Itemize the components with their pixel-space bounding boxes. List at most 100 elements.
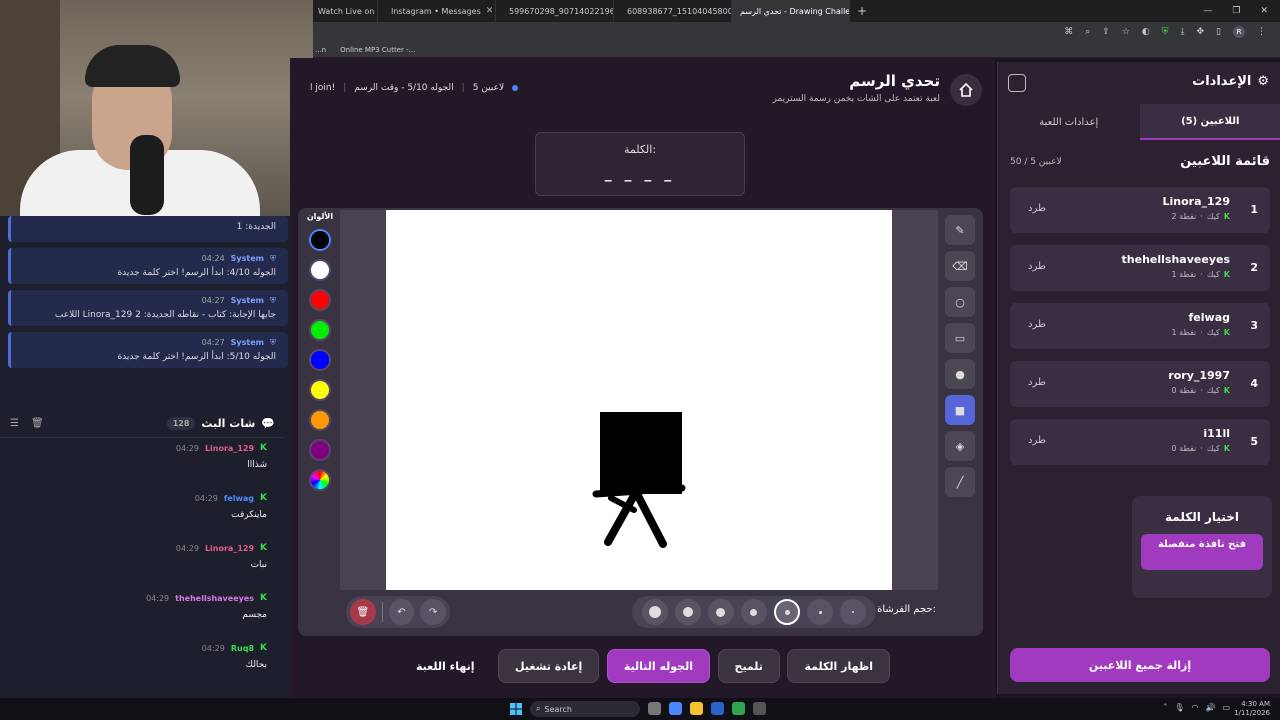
new-tab-icon[interactable]: + <box>850 4 874 18</box>
color-swatch-green[interactable] <box>309 319 331 341</box>
circle-fill-tool[interactable]: ● <box>945 359 975 389</box>
chevron-up-icon[interactable]: ˄ <box>1163 703 1167 712</box>
system-message: الجديدة: 1 <box>8 216 288 242</box>
color-swatch-black[interactable] <box>309 229 331 251</box>
task-view-icon[interactable] <box>648 702 661 715</box>
eraser-tool[interactable]: ⌫ <box>945 251 975 281</box>
fill-bucket-tool[interactable]: ◈ <box>945 431 975 461</box>
battery-icon[interactable]: ▭ <box>1222 703 1230 712</box>
trash-icon[interactable]: 🗑 <box>31 418 44 429</box>
kick-player-button[interactable]: طرد <box>1028 435 1046 446</box>
volume-icon[interactable]: 🔊 <box>1205 703 1215 712</box>
brush-size-option[interactable] <box>707 599 734 625</box>
custom-color-picker[interactable] <box>309 469 331 491</box>
download-icon[interactable]: ⤓ <box>1181 27 1185 37</box>
bookmark-item-mp3cutter[interactable]: Online MP3 Cutter -... <box>340 46 415 54</box>
chat-username[interactable]: thehellshaveeyes <box>175 594 254 603</box>
rect-fill-tool[interactable]: ■ <box>945 395 975 425</box>
brush-size-option[interactable] <box>807 599 834 625</box>
color-swatch-orange[interactable] <box>309 409 331 431</box>
taskbar-search[interactable]: ⌕ Search <box>530 701 640 717</box>
chat-username[interactable]: Linora_129 <box>205 444 254 453</box>
tab-label: 608938677_1510404580004683... <box>627 6 732 16</box>
hint-button[interactable]: تلميح <box>717 649 780 683</box>
color-swatch-purple[interactable] <box>309 439 331 461</box>
color-swatch-blue[interactable] <box>309 349 331 371</box>
copilot-icon[interactable] <box>669 702 682 715</box>
explorer-icon[interactable] <box>690 702 703 715</box>
player-platform: كيك <box>1206 270 1220 279</box>
redo-button[interactable]: ↷ <box>420 599 446 625</box>
browser-tab-instagram[interactable]: Instagram • Messages ✕ <box>378 0 496 22</box>
share-icon[interactable]: ⇪ <box>1102 27 1110 37</box>
remove-all-players-button[interactable]: إزالة جميع اللاعبين <box>1010 648 1270 682</box>
chat-menu-icon[interactable]: ☰ <box>10 418 19 429</box>
pencil-tool[interactable]: ✎ <box>945 215 975 245</box>
brush-size-option[interactable] <box>740 599 767 625</box>
browser-tab-kick[interactable]: Watch Live on Ki... ✕ <box>310 0 378 22</box>
profile-avatar[interactable]: R <box>1233 26 1245 38</box>
close-icon[interactable]: ✕ <box>486 6 494 16</box>
minimize-icon[interactable]: — <box>1203 6 1212 16</box>
brush-size-option[interactable] <box>674 599 701 625</box>
sidepanel-icon[interactable]: ▯ <box>1216 27 1221 37</box>
line-tool[interactable]: ╱ <box>945 467 975 497</box>
kick-player-button[interactable]: طرد <box>1028 203 1046 214</box>
browser-tab-facebook-2[interactable]: 608938677_1510404580004683... ✕ <box>614 0 732 22</box>
app-icon[interactable] <box>711 702 724 715</box>
end-game-button[interactable]: إنهاء اللعبة <box>400 649 491 683</box>
time: 04:29 <box>175 543 199 553</box>
extension-icon[interactable]: ◐ <box>1142 27 1150 37</box>
browser-tab-drawing[interactable]: تحدي الرسم - Drawing Challenge ✕ <box>732 0 850 22</box>
chat-username[interactable]: Ruq8 <box>231 644 254 653</box>
windows-start-icon[interactable] <box>510 703 522 715</box>
brush-size-option[interactable] <box>840 599 867 625</box>
shield-icon[interactable]: ⛨ <box>1162 27 1169 37</box>
kick-player-button[interactable]: طرد <box>1028 261 1046 272</box>
undo-button[interactable]: ↶ <box>388 599 415 625</box>
restart-button[interactable]: إعادة تشغيل <box>498 649 600 683</box>
time: 04:29 <box>194 493 218 503</box>
tab-players[interactable]: اللاعبين (5) <box>1139 104 1280 140</box>
color-swatch-red[interactable] <box>309 289 331 311</box>
app-icon[interactable] <box>753 702 766 715</box>
collapse-panel-icon[interactable] <box>1008 74 1026 92</box>
bookmark-item[interactable]: ...n <box>315 46 326 54</box>
chat-message: 04:29 Linora_129 K نبات <box>0 540 285 590</box>
player-points: 0 نقطة <box>1171 444 1197 453</box>
kick-player-button[interactable]: طرد <box>1028 377 1046 388</box>
color-swatch-yellow[interactable] <box>309 379 331 401</box>
system-user: System <box>230 296 264 305</box>
maximize-icon[interactable]: ❐ <box>1232 6 1240 16</box>
tab-game-settings[interactable]: إعدادات اللعبة <box>998 104 1140 140</box>
gear-icon: ⚙ <box>1257 74 1269 89</box>
zoom-icon[interactable]: ⌕ <box>1085 27 1090 37</box>
drawing-canvas[interactable] <box>386 210 892 590</box>
open-window-button[interactable]: فتح نافذة منفصلة <box>1141 534 1263 570</box>
wifi-icon[interactable]: ◠ <box>1191 703 1198 712</box>
rect-outline-tool[interactable]: ▭ <box>945 323 975 353</box>
browser-tab-facebook-1[interactable]: 599670298_9071402219691732... ✕ <box>496 0 614 22</box>
color-swatch-white[interactable] <box>309 259 331 281</box>
next-round-button[interactable]: الجوله التالية <box>606 649 710 683</box>
brush-size-option[interactable] <box>641 599 668 625</box>
brush-size-option-selected[interactable] <box>774 599 801 625</box>
menu-icon[interactable]: ⋮ <box>1257 27 1266 37</box>
translate-icon[interactable]: ⌘ <box>1064 27 1073 37</box>
mic-icon[interactable]: 🎙 <box>1174 703 1184 712</box>
clear-canvas-button[interactable]: 🗑 <box>350 599 376 625</box>
chat-username[interactable]: felwag <box>224 494 254 503</box>
system-messages: الجديدة: 1 04:24 System ⛨ الجوله 4/10: ابد… <box>8 216 288 396</box>
kick-player-button[interactable]: طرد <box>1028 319 1046 330</box>
puzzle-icon[interactable]: ✥ <box>1197 27 1205 37</box>
bookmark-star-icon[interactable]: ☆ <box>1122 27 1130 37</box>
circle-outline-tool[interactable]: ○ <box>945 287 975 317</box>
home-button[interactable] <box>950 74 982 106</box>
clock[interactable]: 4:30 AM 1/11/2026 <box>1234 700 1270 718</box>
reveal-word-button[interactable]: اظهار الكلمة <box>787 649 890 683</box>
game-topbar: ا join! | الجوله 5/10 - وقت الرسم | 5 لا… <box>310 66 990 114</box>
time: 04:24 <box>201 254 225 263</box>
close-window-icon[interactable]: ✕ <box>1260 6 1268 16</box>
chrome-icon[interactable] <box>732 702 745 715</box>
chat-username[interactable]: Linora_129 <box>205 544 254 553</box>
